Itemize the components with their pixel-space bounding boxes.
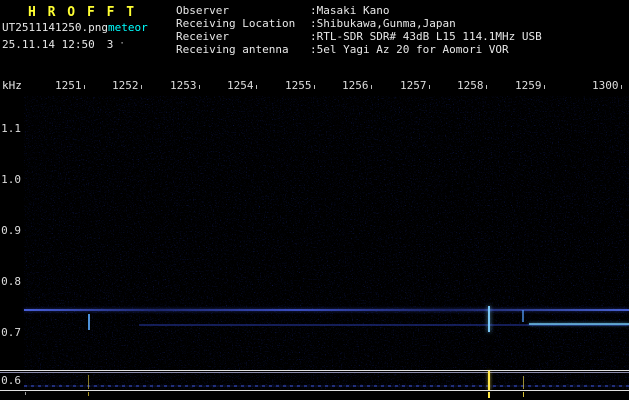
info-label: Receiver — [176, 30, 229, 43]
event-mark-3 — [523, 376, 524, 389]
info-row-receiver: Receiver :RTL-SDR SDR# 43dB L15 114.1MHz… — [176, 30, 542, 43]
echo-count: 3 — [106, 38, 114, 51]
info-value: :5el Yagi Az 20 for Aomori VOR — [310, 43, 509, 56]
x-tick-label: 1259 — [515, 79, 545, 92]
bottom-tick-event-2 — [488, 392, 490, 398]
x-tick-label: 1300 — [592, 79, 622, 92]
bottom-tick-event-1 — [88, 392, 89, 396]
noise-texture — [24, 96, 629, 370]
y-tick-label: 0.8 — [1, 275, 21, 288]
y-tick-label: 0.6 — [1, 374, 21, 387]
x-axis-labels: 1251 1252 1253 1254 1255 1256 1257 1258 … — [0, 79, 629, 93]
datetime-line: 25.11.14 12:50 3 · — [2, 38, 125, 51]
info-label: Observer — [176, 4, 229, 17]
signal-level-baseline — [24, 385, 629, 387]
x-tick-label: 1251 — [55, 79, 85, 92]
info-value: :Shibukawa,Gunma,Japan — [310, 17, 456, 30]
x-tick-label: 1256 — [342, 79, 372, 92]
y-tick-label: 1.1 — [1, 122, 21, 135]
bottom-tick-event-3 — [523, 392, 524, 397]
carrier-trace-direct — [24, 309, 629, 311]
info-value: :Masaki Kano — [310, 4, 390, 17]
info-value: :RTL-SDR SDR# 43dB L15 114.1MHz USB — [310, 30, 542, 43]
y-tick-label: 0.9 — [1, 224, 21, 237]
x-tick-label: 1252 — [112, 79, 142, 92]
spectrogram-plot — [24, 96, 629, 370]
filename-line: UT2511141250.pngmeteor — [2, 21, 148, 34]
info-row-location: Receiving Location :Shibukawa,Gunma,Japa… — [176, 17, 542, 30]
x-tick-label: 1257 — [400, 79, 430, 92]
bottom-tick-origin — [25, 392, 26, 395]
meteor-echo-3 — [522, 310, 524, 322]
info-label: Receiving Location — [176, 17, 296, 30]
x-tick-label: 1255 — [285, 79, 315, 92]
strip-bottom-border — [0, 390, 629, 391]
x-tick-label: 1253 — [170, 79, 200, 92]
info-row-antenna: Receiving antenna :5el Yagi Az 20 for Ao… — [176, 43, 542, 56]
y-tick-label: 0.7 — [1, 326, 21, 339]
hrofft-screen: H R O F F T UT2511141250.pngmeteor 25.11… — [0, 0, 629, 400]
meteor-echo-2 — [488, 306, 490, 332]
x-tick-label: 1258 — [457, 79, 487, 92]
info-row-observer: Observer :Masaki Kano — [176, 4, 542, 17]
y-tick-label: 1.0 — [1, 173, 21, 186]
event-mark-2 — [488, 371, 490, 390]
event-mark-1 — [88, 375, 89, 389]
info-label: Receiving antenna — [176, 43, 289, 56]
datetime: 25.11.14 12:50 — [2, 38, 95, 51]
filename: UT2511141250.png — [2, 21, 108, 34]
station-label: meteor — [107, 21, 148, 34]
app-title: H R O F F T — [28, 5, 137, 20]
strip-top-border — [0, 370, 629, 371]
meteor-echo-1 — [88, 314, 90, 330]
x-tick-label: 1254 — [227, 79, 257, 92]
carrier-trace-secondary-bright-segment — [529, 323, 629, 325]
marker-dot: · — [119, 39, 125, 49]
info-table: Observer :Masaki Kano Receiving Location… — [176, 4, 542, 56]
